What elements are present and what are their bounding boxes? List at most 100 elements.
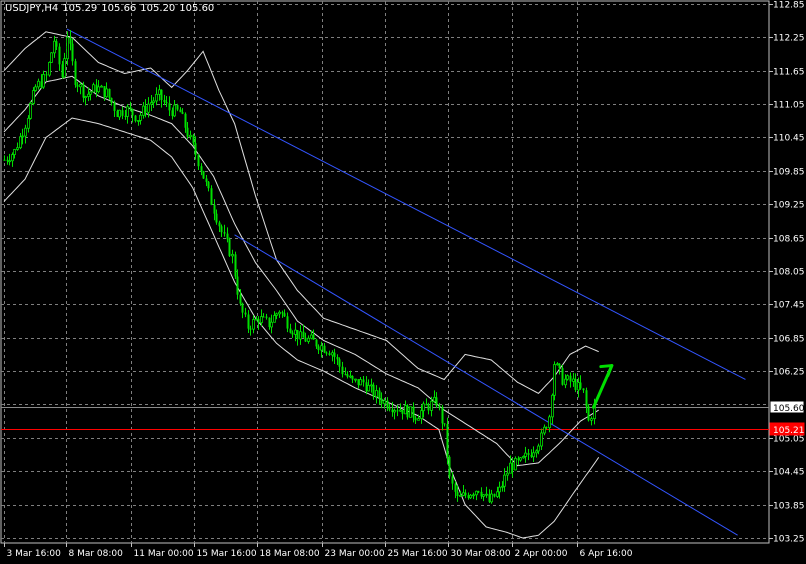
candle-body (163, 99, 166, 103)
candle-body (490, 493, 493, 503)
candle-body (414, 417, 417, 421)
candle-body (63, 58, 66, 78)
y-tick-label: 105.05 (773, 435, 805, 445)
y-tick-label: 112.85 (773, 1, 805, 11)
candle-body (448, 456, 451, 477)
candle-body (260, 316, 263, 324)
candle-body (454, 483, 457, 492)
candle-body (425, 403, 428, 406)
candle-body (417, 418, 420, 421)
candle-body (304, 337, 307, 342)
candle-body (446, 424, 449, 457)
candle-body (58, 46, 61, 65)
candle-body (409, 406, 412, 418)
candle-body (574, 379, 577, 390)
y-tick-label: 112.25 (773, 34, 805, 44)
x-tick-label: 23 Mar 00:00 (325, 549, 385, 559)
candle-body (283, 313, 286, 317)
candle-body (168, 103, 171, 111)
x-tick-label: 2 Apr 00:00 (515, 549, 568, 559)
candle-body (247, 314, 250, 329)
candle-body (433, 396, 436, 402)
candle-body (456, 491, 459, 497)
candle-body (202, 171, 205, 179)
high-value: 105.66 (101, 3, 137, 14)
candle-body (590, 418, 593, 421)
candle-body (278, 311, 281, 315)
candle-body (503, 474, 506, 487)
candle-body (184, 113, 187, 128)
red-level-label: 105.21 (773, 426, 805, 436)
price-chart[interactable]: 112.85 112.25 111.65 111.05 110.45 109.85 109.… (0, 0, 806, 560)
candle-body (435, 397, 438, 406)
candle-body (186, 127, 189, 137)
candle-body (69, 37, 72, 44)
y-tick-label: 110.45 (773, 134, 805, 144)
candle-body (147, 103, 150, 113)
y-tick-label: 106.85 (773, 335, 805, 345)
y-tick-label: 107.45 (773, 301, 805, 311)
candle-body (404, 405, 407, 415)
candle-body (118, 109, 121, 118)
candle-body (336, 357, 339, 360)
candle-body (255, 318, 258, 321)
y-tick-label: 111.65 (773, 68, 805, 78)
candle-body (197, 155, 200, 167)
candle-body (519, 457, 522, 461)
candle-body (323, 345, 326, 353)
candle-body (527, 453, 530, 455)
candle-body (89, 91, 92, 95)
candle-body (262, 316, 265, 318)
chart-header: USDJPY,H4 105.29 105.66 105.20 105.60 (5, 3, 218, 14)
candle-body (469, 494, 472, 499)
open-value: 105.29 (62, 3, 98, 14)
candle-body (45, 74, 48, 76)
candle-body (181, 112, 184, 114)
candle-body (438, 405, 441, 408)
candle-body (315, 339, 318, 347)
candle-body (275, 313, 278, 316)
candle-body (100, 85, 103, 88)
bollinger-lower-band (3, 117, 600, 539)
candle-body (48, 61, 51, 76)
candle-body (160, 89, 163, 100)
candle-body (286, 316, 289, 329)
candle-body (97, 86, 100, 93)
candle-body (556, 363, 559, 366)
candle-body (386, 400, 389, 409)
candle-body (11, 154, 14, 162)
candle-body (312, 335, 315, 340)
candle-body (351, 376, 354, 380)
candle-body (207, 181, 210, 189)
x-tick-label: 15 Mar 16:00 (197, 549, 257, 559)
candle-body (325, 352, 328, 354)
candle-body (430, 400, 433, 411)
candle-body (215, 213, 218, 223)
candle-body (378, 390, 381, 399)
candle-body (393, 409, 396, 413)
candle-body (443, 423, 446, 425)
candle-body (532, 452, 535, 458)
candle-body (485, 493, 488, 496)
candle-body (498, 486, 501, 493)
x-tick-label: 25 Mar 16:00 (388, 549, 448, 559)
candle-body (317, 346, 320, 351)
x-tick-label: 3 Mar 16:00 (7, 549, 62, 559)
y-tick-label: 111.05 (773, 101, 805, 111)
candle-body (401, 409, 404, 414)
candle-body (310, 334, 313, 339)
candle-body (566, 375, 569, 380)
candle-body (265, 316, 268, 318)
candle-body (537, 445, 540, 452)
chart-area[interactable]: USDJPY,H4 105.29 105.66 105.20 105.60 112.85… (0, 0, 806, 560)
candle-body (482, 494, 485, 497)
y-tick-label: 104.45 (773, 468, 805, 478)
candle-body (370, 384, 373, 387)
candle-body (205, 178, 208, 182)
candle-body (451, 476, 454, 484)
candle-body (158, 89, 161, 95)
candle-body (396, 410, 399, 412)
candle-body (173, 104, 176, 117)
candle-body (273, 315, 276, 323)
candle-body (21, 135, 24, 138)
